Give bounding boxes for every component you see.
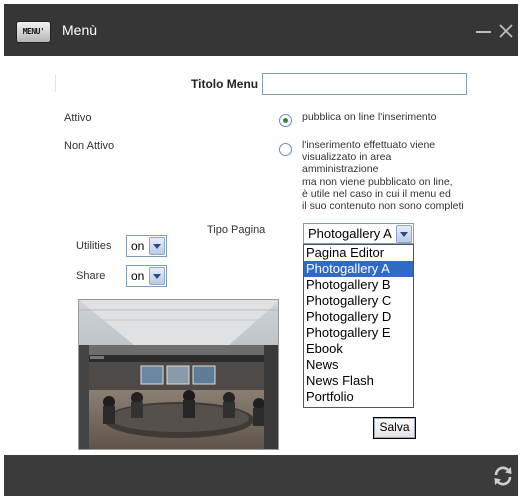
dropdown-option[interactable]: Portfolio [304,389,413,405]
description-line: l'inserimento effettuato viene [302,139,436,151]
tipo-pagina-options: Pagina Editor Photogallery A Photogaller… [303,244,414,408]
minimize-icon[interactable] [476,23,492,39]
description-line: il suo contenuto non sono completi [302,200,464,213]
window-title: Menù [62,22,98,38]
non-attivo-label: Non Attivo [64,140,115,152]
dropdown-option[interactable]: Photogallery B [304,277,413,293]
dropdown-option[interactable]: Pagina Editor [304,245,413,261]
form-area: Titolo Menu Attivo pubblica on line l'in… [4,56,518,455]
menu-dialog: MENU' Menù Titolo Menu Attivo pubblica o… [0,0,522,500]
bottom-bar [4,455,518,496]
titolo-menu-input[interactable] [262,73,467,95]
attivo-description: pubblica on line l'inserimento [302,111,437,123]
dropdown-option[interactable]: News [304,357,413,373]
non-attivo-radio[interactable] [279,143,292,156]
divider [55,74,56,92]
attivo-label: Attivo [64,112,92,124]
share-select[interactable]: on [126,265,167,287]
share-label: Share [76,270,106,282]
title-bar: MENU' Menù [4,4,518,56]
dropdown-option[interactable]: Photogallery E [304,325,413,341]
menu-logo: MENU' [16,21,51,43]
chevron-down-icon[interactable] [149,267,165,285]
dropdown-option[interactable]: Photogallery D [304,309,413,325]
utilities-value: on [131,239,145,253]
dropdown-option[interactable]: Photogallery A [304,261,413,277]
close-icon[interactable] [498,23,514,39]
titolo-menu-label: Titolo Menu [191,77,259,91]
attivo-radio[interactable] [279,114,292,127]
save-button[interactable]: Salva [373,417,416,439]
share-value: on [131,269,145,283]
description-line: è utile nel caso in cui il menu ed [302,187,451,200]
utilities-select[interactable]: on [126,235,167,257]
description-line: ma non viene pubblicato on line, [302,175,453,188]
description-line: visualizzato in area [302,151,392,164]
tipo-pagina-value: Photogallery A [308,226,392,241]
utilities-label: Utilities [76,240,112,252]
chevron-down-icon[interactable] [396,225,412,243]
tipo-pagina-label: Tipo Pagina [207,224,266,236]
page-type-preview-image [78,299,279,450]
refresh-icon[interactable] [492,465,514,487]
dropdown-option[interactable]: Ebook [304,341,413,357]
tipo-pagina-select[interactable]: Photogallery A [303,223,414,244]
dropdown-option[interactable]: News Flash [304,373,413,389]
description-line: amministrazione [302,163,379,176]
non-attivo-description: l'inserimento effettuato viene visualizz… [302,139,487,212]
dropdown-option[interactable]: Photogallery C [304,293,413,309]
chevron-down-icon[interactable] [149,237,165,255]
